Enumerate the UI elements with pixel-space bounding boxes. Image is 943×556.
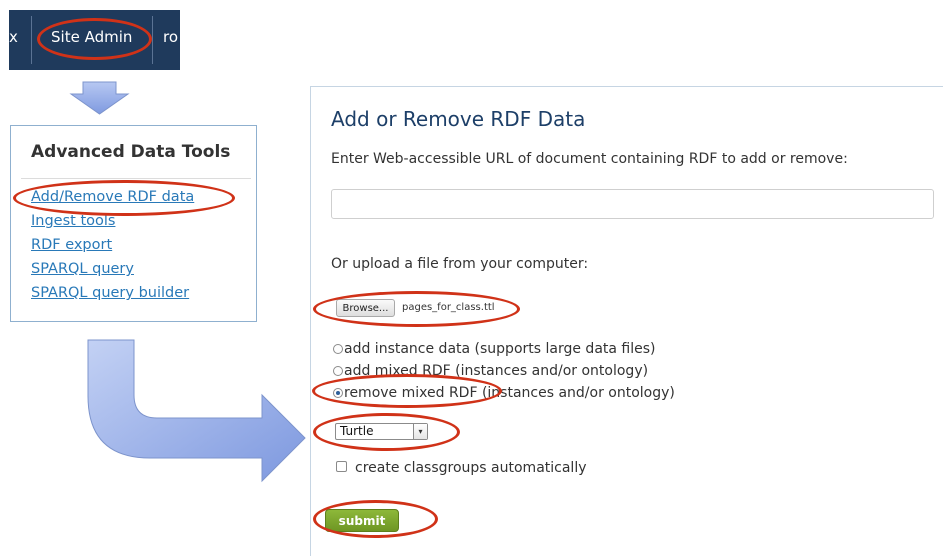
divider [21, 178, 251, 179]
rdf-url-input[interactable] [331, 189, 934, 219]
radio-button-icon[interactable] [333, 388, 343, 398]
radio-add-instance-data[interactable]: add instance data (supports large data f… [333, 341, 656, 357]
link-sparql-query[interactable]: SPARQL query [31, 261, 134, 277]
rdf-format-select[interactable]: Turtle ▾ [335, 423, 428, 440]
format-selected-value: Turtle [340, 424, 374, 438]
url-field-label: Enter Web-accessible URL of document con… [331, 151, 848, 167]
radio-button-icon[interactable] [333, 366, 343, 376]
classgroups-label: create classgroups automatically [355, 460, 587, 476]
add-remove-rdf-panel: Add or Remove RDF Data Enter Web-accessi… [310, 86, 943, 556]
browse-button[interactable]: Browse... [336, 299, 395, 317]
classgroups-checkbox-row[interactable]: create classgroups automatically [336, 460, 587, 476]
arrow-down-icon [69, 81, 130, 115]
selected-file-name: pages_for_class.ttl [402, 302, 495, 313]
submit-button[interactable]: submit [325, 509, 399, 532]
upload-label: Or upload a file from your computer: [331, 256, 589, 272]
radio-label: remove mixed RDF (instances and/or ontol… [344, 385, 675, 401]
chevron-down-icon[interactable]: ▾ [413, 424, 427, 439]
link-add-remove-rdf[interactable]: Add/Remove RDF data [31, 189, 194, 205]
radio-add-mixed-rdf[interactable]: add mixed RDF (instances and/or ontology… [333, 363, 648, 379]
link-sparql-query-builder[interactable]: SPARQL query builder [31, 285, 189, 301]
curved-arrow-right-icon [87, 339, 306, 483]
checkbox-icon[interactable] [336, 461, 347, 472]
radio-label: add mixed RDF (instances and/or ontology… [344, 363, 649, 379]
link-rdf-export[interactable]: RDF export [31, 237, 112, 253]
link-ingest-tools[interactable]: Ingest tools [31, 213, 115, 229]
advanced-data-tools-panel: Advanced Data Tools Add/Remove RDF data … [10, 125, 257, 322]
advanced-data-tools-title: Advanced Data Tools [31, 142, 231, 162]
radio-button-icon[interactable] [333, 344, 343, 354]
page-title: Add or Remove RDF Data [331, 107, 586, 131]
radio-label: add instance data (supports large data f… [344, 341, 656, 357]
radio-remove-mixed-rdf[interactable]: remove mixed RDF (instances and/or ontol… [333, 385, 675, 401]
